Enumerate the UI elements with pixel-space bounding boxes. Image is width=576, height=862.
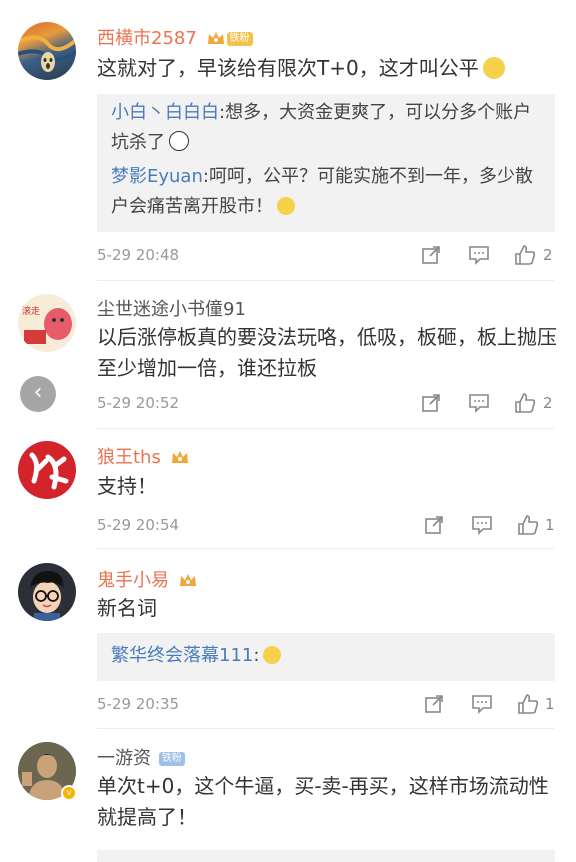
username[interactable]: 狼王ths — [97, 443, 189, 469]
cry-laugh-emoji-icon — [263, 646, 282, 664]
username-text[interactable]: 一游资 — [97, 748, 151, 769]
username[interactable]: 西横市2587 铁粉 — [97, 24, 253, 50]
like-count: 2 — [543, 394, 553, 412]
comment-button[interactable] — [471, 515, 493, 535]
avatar[interactable] — [18, 563, 76, 621]
like-icon — [515, 393, 536, 413]
cartoon-avatar-icon: 滚走 — [22, 305, 72, 344]
username[interactable]: 尘世迷途小书僮91 — [97, 295, 246, 321]
comment-item: v 一游资 铁粉 单次t+0，这个牛逼，买-卖-再买，这样市场流动性就提高了！ — [0, 728, 576, 858]
boy-glasses-avatar-icon — [30, 571, 64, 621]
like-button[interactable] — [517, 514, 539, 536]
share-button[interactable] — [424, 694, 444, 714]
replies-box[interactable]: 繁华终会落幕111: — [97, 633, 555, 681]
reply-item[interactable]: 梦影Eyuan:呵呵，公平？可能实施不到一年，多少散户会痛苦离开股市！ — [111, 162, 541, 222]
share-button[interactable] — [421, 245, 441, 265]
share-icon — [425, 516, 443, 534]
comment-button[interactable] — [468, 245, 490, 265]
like-count: 2 — [543, 246, 553, 264]
comment-text: 单次t+0，这个牛逼，买-卖-再买，这样市场流动性就提高了！ — [97, 774, 549, 829]
username-text[interactable]: 鬼手小易 — [97, 570, 169, 591]
comment-item: 滚走 尘世迷途小书僮91 以后涨停板真的要没法玩咯，低吸，板砸，板上抛压至少增加… — [0, 280, 576, 428]
comment-item: 狼王ths 支持！ 5-29 20:54 1 — [0, 428, 576, 548]
verified-badge-icon: v — [61, 785, 77, 801]
comment-button[interactable] — [471, 694, 493, 714]
timestamp: 5-29 20:54 — [97, 516, 180, 534]
reply-item[interactable]: 繁华终会落幕111: — [111, 641, 541, 671]
svg-text:滚走: 滚走 — [22, 305, 40, 317]
fan-badge: 铁粉 — [226, 32, 253, 46]
avatar[interactable] — [18, 441, 76, 499]
share-icon — [422, 246, 440, 264]
avatar[interactable] — [18, 22, 76, 80]
calligraphy-avatar-icon — [29, 452, 69, 490]
avatar[interactable]: 滚走 — [18, 294, 76, 352]
share-button[interactable] — [424, 515, 444, 535]
comment-text-content: 这就对了，早该给有限次T+0，这才叫公平 — [97, 56, 479, 80]
comment-icon — [469, 246, 489, 265]
reply-username[interactable]: 梦影Eyuan — [111, 166, 203, 187]
timestamp: 5-29 20:48 — [97, 246, 180, 264]
username-text[interactable]: 西横市2587 — [97, 28, 197, 49]
reply-username[interactable]: 繁华终会落幕111 — [111, 645, 253, 666]
comment-icon — [469, 394, 489, 413]
crown-badge-icon — [179, 572, 197, 588]
reply-item[interactable]: 小白丶白白白:想多，大资金更爽了，可以分多个账户坑杀了 — [111, 98, 541, 158]
back-button[interactable]: ‹ — [20, 376, 56, 412]
comment-icon — [472, 695, 492, 714]
like-button[interactable] — [517, 693, 539, 715]
comment-text: 支持！ — [97, 474, 157, 498]
comment-text: 这就对了，早该给有限次T+0，这才叫公平 — [97, 53, 557, 84]
timestamp: 5-29 20:52 — [97, 394, 180, 412]
comment-item: 鬼手小易 新名词 繁华终会落幕111: 5-29 20:35 1 — [0, 548, 576, 728]
comment-button[interactable] — [468, 393, 490, 413]
like-icon — [518, 515, 539, 535]
comment-text: 以后涨停板真的要没法玩咯，低吸，板砸，板上抛压至少增加一倍，谁还拉板 — [97, 325, 557, 380]
shush-emoji-icon — [482, 57, 505, 79]
reply-username[interactable]: 小白丶白白白 — [111, 102, 219, 123]
crown-badge-icon — [207, 30, 225, 46]
cry-laugh-emoji-icon — [277, 197, 295, 215]
crown-badge-icon — [171, 449, 189, 465]
scream-painting-avatar-icon — [18, 35, 76, 72]
like-button[interactable] — [514, 244, 536, 266]
like-count: 1 — [545, 516, 555, 534]
username-text[interactable]: 狼王ths — [97, 447, 161, 468]
username[interactable]: 鬼手小易 — [97, 566, 197, 592]
timestamp: 5-29 20:35 — [97, 695, 180, 713]
comment-text: 新名词 — [97, 596, 157, 620]
reply-text: : — [253, 645, 260, 666]
comment-item: 西横市2587 铁粉 这就对了，早该给有限次T+0，这才叫公平 小白丶白白白:想… — [0, 0, 576, 280]
like-icon — [515, 245, 536, 265]
replies-box-partial[interactable] — [97, 850, 555, 862]
username[interactable]: 一游资 铁粉 — [97, 744, 185, 770]
replies-box[interactable]: 小白丶白白白:想多，大资金更爽了，可以分多个账户坑杀了 梦影Eyuan:呵呵，公… — [97, 94, 555, 232]
laugh-emoji-icon — [169, 131, 189, 151]
share-icon — [425, 695, 443, 713]
share-icon — [422, 394, 440, 412]
like-count: 1 — [545, 695, 555, 713]
like-icon — [518, 694, 539, 714]
fan-badge: 铁粉 — [158, 752, 185, 766]
back-arrow-icon: ‹ — [33, 380, 43, 405]
avatar[interactable]: v — [18, 742, 77, 801]
like-button[interactable] — [514, 392, 536, 414]
share-button[interactable] — [421, 393, 441, 413]
comment-icon — [472, 516, 492, 535]
